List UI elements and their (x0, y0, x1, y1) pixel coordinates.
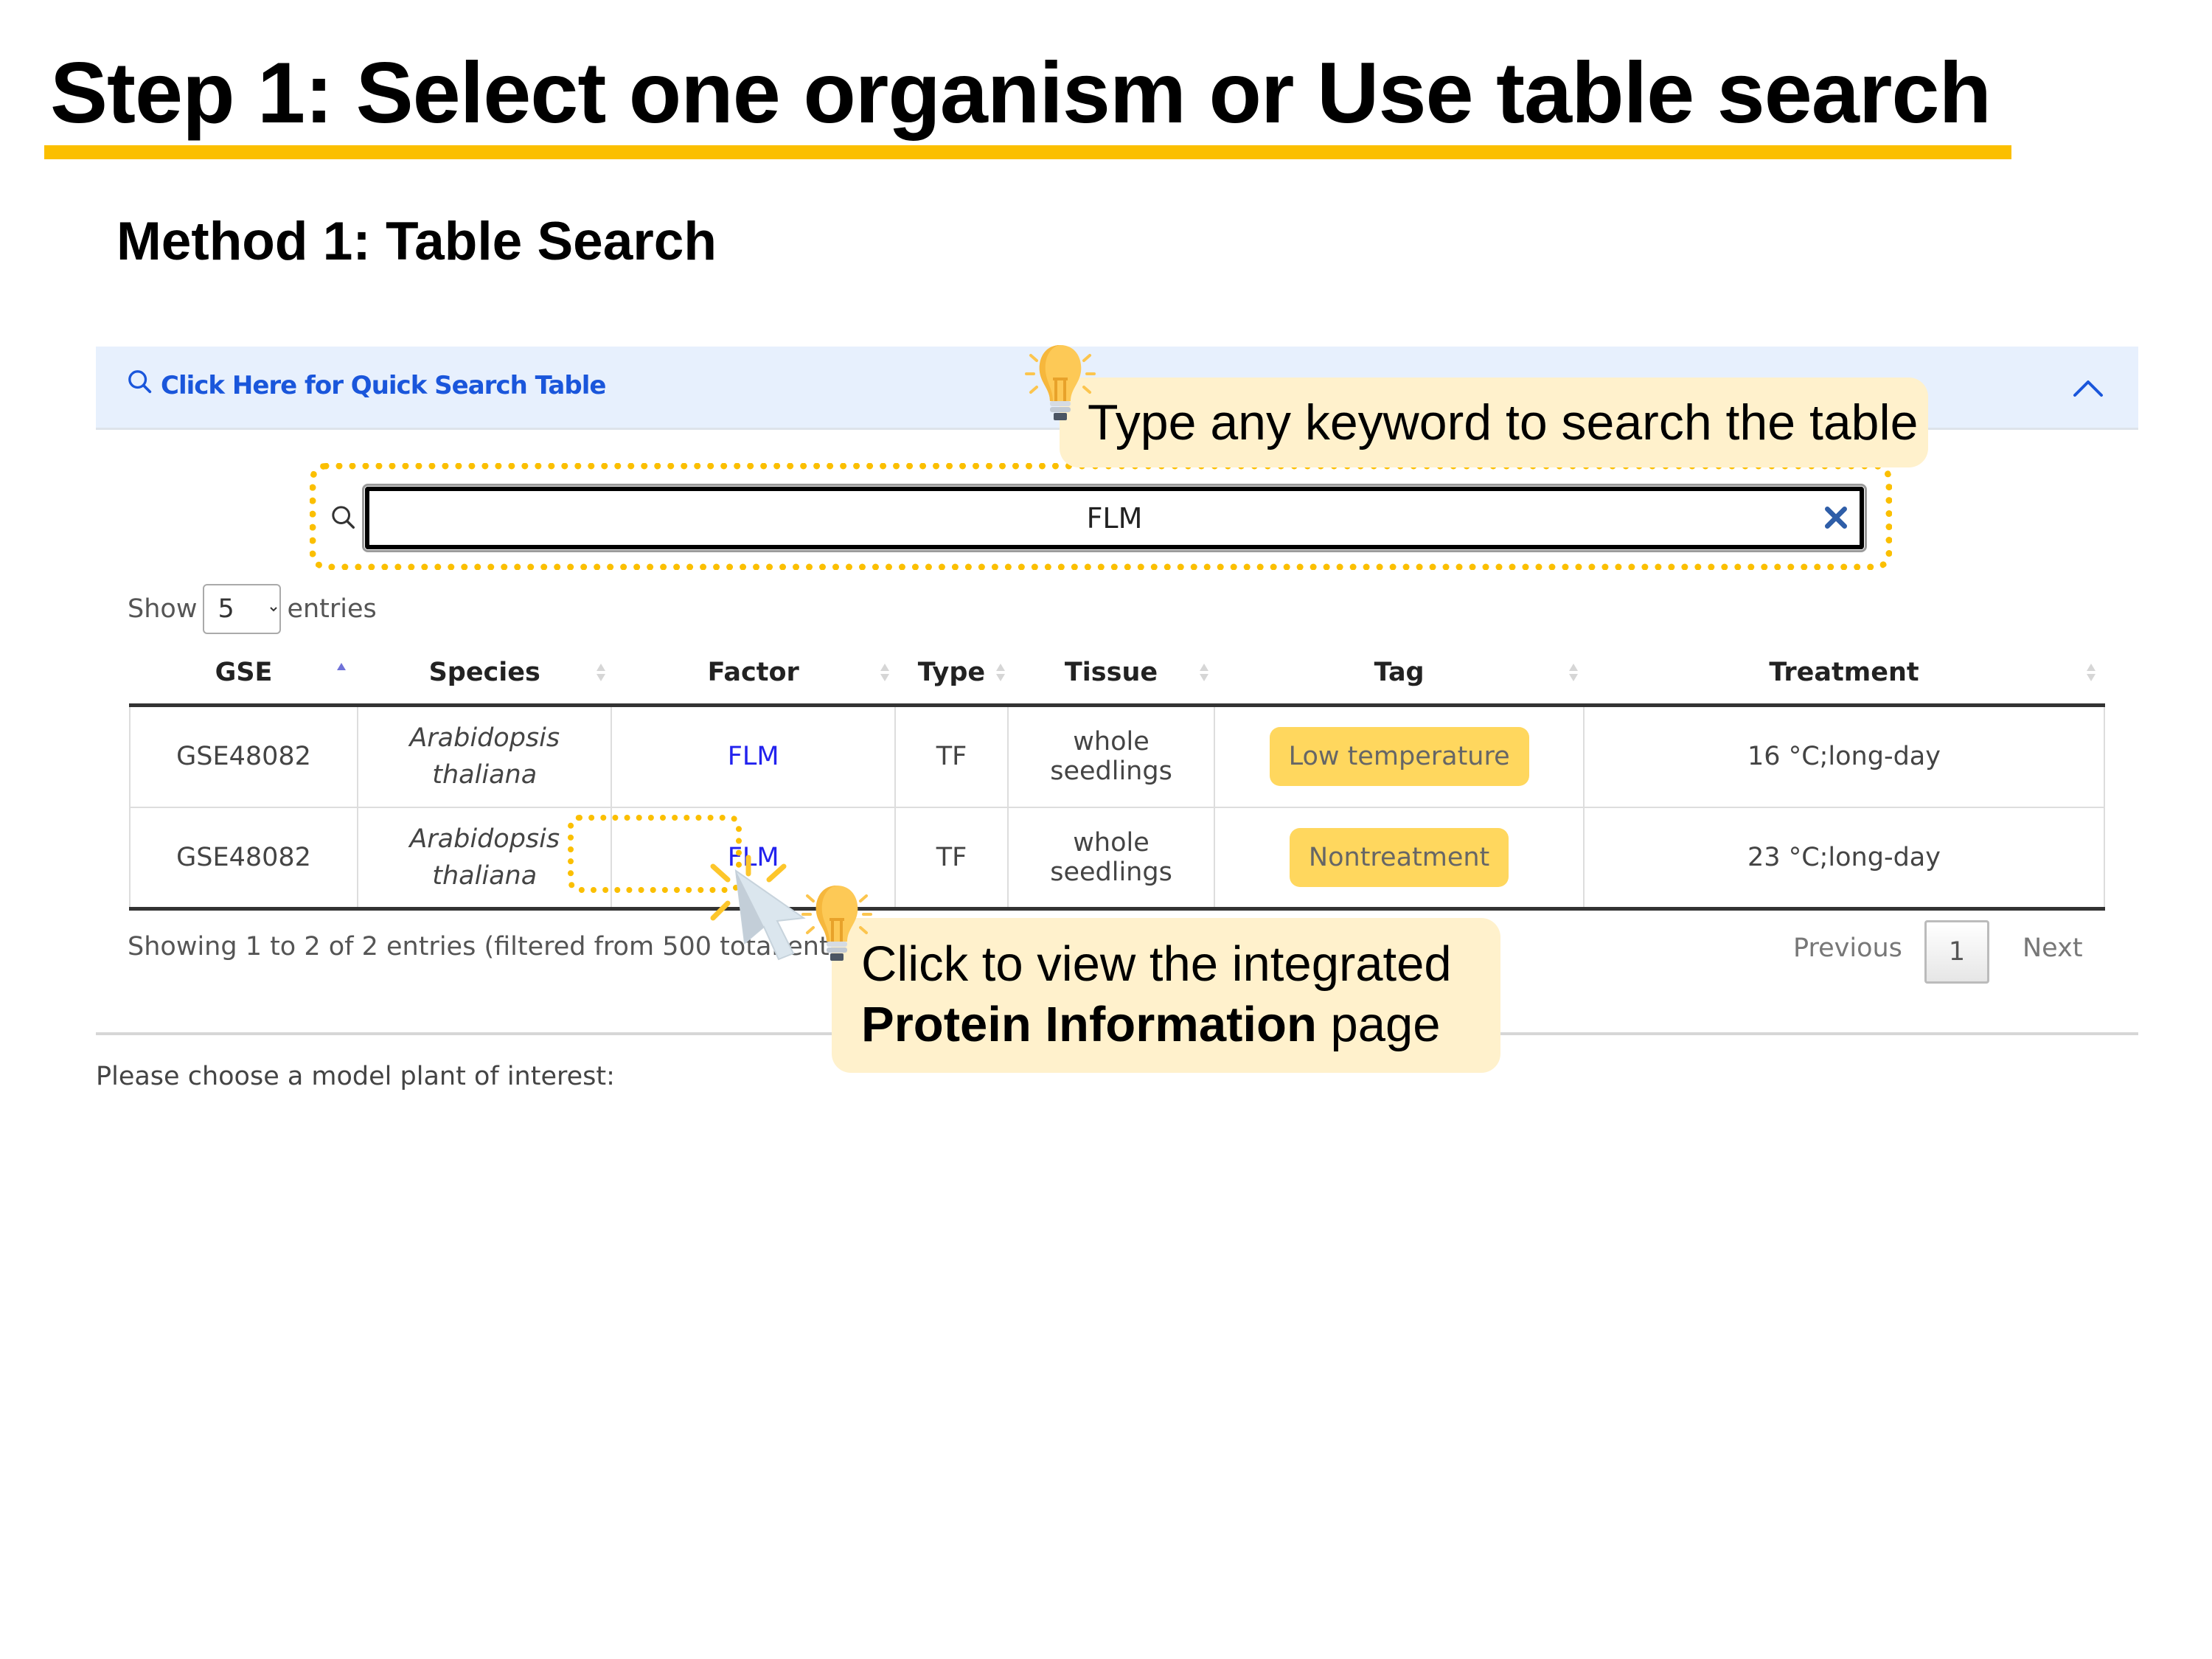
table-row: GSE48082 Arabidopsis thaliana FLM TF whol… (128, 807, 2105, 911)
results-table: GSE Species Factor Type Tissue Tag Treat… (128, 641, 2105, 911)
choose-plant-prompt: Please choose a model plant of interest: (96, 1062, 615, 1091)
click-tip-callout: Click to view the integrated Protein Inf… (832, 918, 1500, 1073)
sort-both-icon (1569, 664, 1578, 681)
sort-both-icon (1200, 664, 1209, 681)
lightbulb-icon (801, 886, 872, 961)
click-tip-line2: Protein Information page (861, 995, 1500, 1055)
cell-gse: GSE48082 (128, 705, 359, 808)
cell-treatment: 16 °C;long-day (1583, 705, 2105, 808)
search-tip-text: Type any keyword to search the table (1088, 394, 1919, 451)
click-tip-line1: Click to view the integrated (861, 936, 1452, 992)
search-icon (125, 367, 155, 403)
cell-tag: Low temperature (1214, 705, 1585, 808)
tag-badge: Nontreatment (1289, 827, 1509, 887)
column-header-type[interactable]: Type (895, 641, 1008, 707)
sort-both-icon (597, 664, 606, 681)
pagination-page-button[interactable]: 1 (1924, 920, 1989, 984)
column-header-species[interactable]: Species (358, 641, 612, 707)
title-underline (44, 145, 2011, 159)
lightbulb-icon (1025, 345, 1096, 420)
chevron-up-icon[interactable] (2070, 373, 2106, 403)
cell-tag: Nontreatment (1214, 807, 1585, 911)
pagination-next-button[interactable]: Next (2023, 933, 2083, 963)
column-header-treatment[interactable]: Treatment (1584, 641, 2104, 707)
sort-ascending-icon (337, 663, 347, 670)
table-row: GSE48082 Arabidopsis thaliana FLM TF whol… (128, 705, 2105, 808)
column-header-tissue[interactable]: Tissue (1007, 641, 1215, 707)
sort-both-icon (995, 664, 1005, 681)
cell-tissue: whole seedlings (1006, 807, 1216, 911)
cell-tissue: whole seedlings (1006, 705, 1216, 808)
table-search-input[interactable] (362, 484, 1867, 552)
column-header-gse[interactable]: GSE (130, 641, 358, 707)
cell-factor: FLM (611, 705, 897, 808)
method-heading: Method 1: Table Search (116, 212, 717, 271)
quick-search-toggle-link[interactable]: Click Here for Quick Search Table (125, 367, 606, 403)
search-tip-callout: Type any keyword to search the table (1060, 378, 1928, 467)
cell-gse: GSE48082 (128, 807, 359, 911)
click-tip-bold: Protein Information (861, 997, 1317, 1052)
cell-treatment: 23 °C;long-day (1583, 807, 2105, 911)
factor-link[interactable]: FLM (728, 742, 779, 771)
cell-species: Arabidopsis thaliana (357, 705, 613, 808)
column-header-tag[interactable]: Tag (1214, 641, 1584, 707)
click-tip-tail: page (1316, 997, 1441, 1052)
sort-both-icon (2087, 664, 2096, 681)
length-prefix: Show (128, 594, 198, 624)
sort-both-icon (880, 664, 890, 681)
close-icon[interactable] (1821, 503, 1851, 532)
entries-per-page-select[interactable]: 5 (203, 584, 282, 634)
column-header-factor[interactable]: Factor (611, 641, 896, 707)
pagination-previous-button[interactable]: Previous (1793, 933, 1902, 963)
search-icon (332, 506, 355, 529)
length-suffix: entries (287, 594, 377, 624)
cell-type: TF (894, 807, 1009, 911)
cell-type: TF (894, 705, 1009, 808)
slide-title: Step 1: Select one organism or Use table… (50, 44, 1992, 141)
tag-badge: Low temperature (1269, 727, 1529, 787)
quick-search-label: Click Here for Quick Search Table (161, 370, 606, 400)
table-header-row: GSE Species Factor Type Tissue Tag Treat… (130, 641, 2104, 707)
length-menu: Show 5 entries (128, 584, 377, 634)
